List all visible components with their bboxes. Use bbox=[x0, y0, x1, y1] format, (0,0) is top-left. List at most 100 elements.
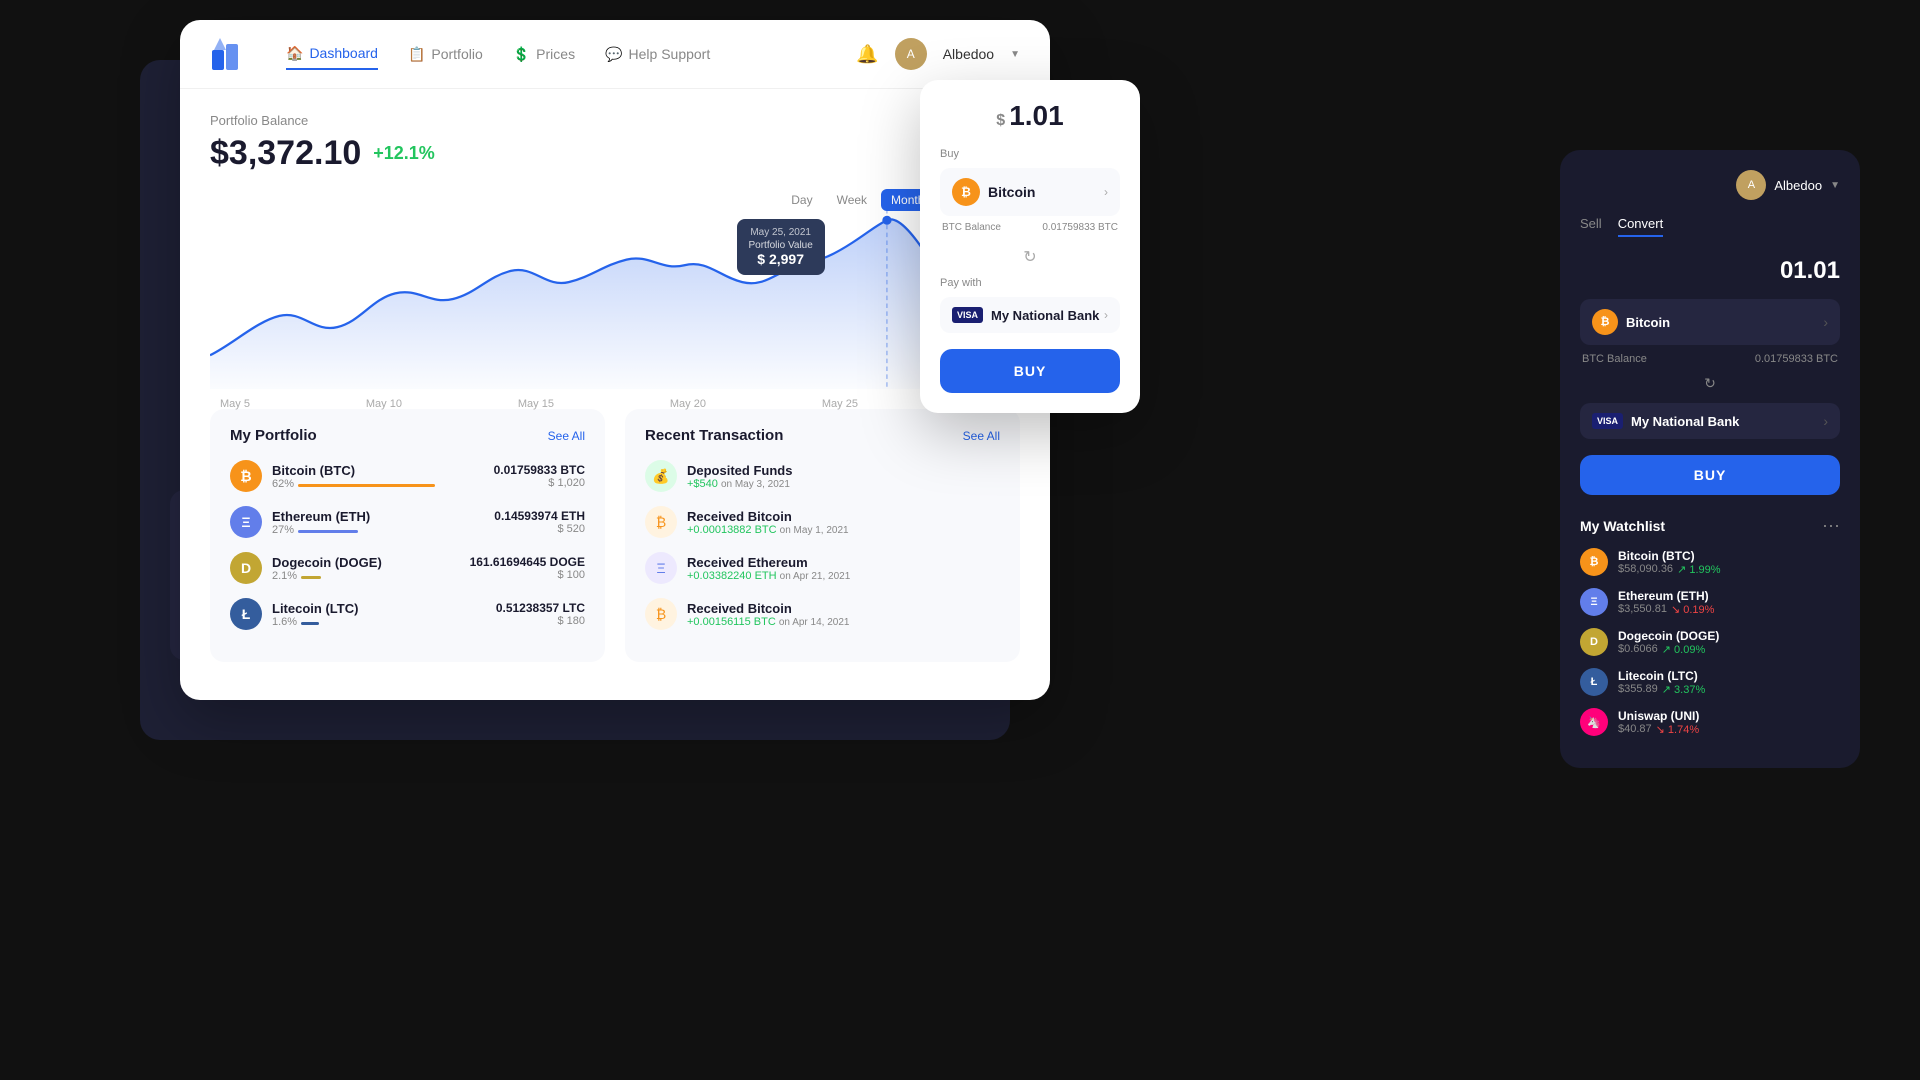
buy-coin-selector[interactable]: ₿ Bitcoin › bbox=[940, 168, 1120, 216]
w-price: $355.89 bbox=[1618, 683, 1658, 695]
nav-prices[interactable]: 💲 Prices bbox=[513, 40, 575, 69]
coin-amounts: 161.61694645 DOGE $ 100 bbox=[470, 555, 585, 581]
buy-balance-row: BTC Balance 0.01759833 BTC bbox=[940, 222, 1120, 233]
balance-amount: $3,372.10 bbox=[210, 134, 361, 173]
coin-name: Ethereum (ETH) bbox=[272, 509, 494, 524]
tx-info: Received Bitcoin +0.00013882 BTC on May … bbox=[687, 509, 1000, 536]
nav-dashboard[interactable]: 🏠 Dashboard bbox=[286, 39, 378, 70]
chevron-right-bank-icon: › bbox=[1104, 308, 1108, 322]
w-coin-name: Dogecoin (DOGE) bbox=[1618, 629, 1840, 643]
btc-balance-label: BTC Balance bbox=[942, 222, 1001, 233]
watchlist-header: My Watchlist ··· bbox=[1580, 515, 1840, 536]
scene: Ξ Ethereum (ETH) 27% 0.14593974 ETH $ 52… bbox=[0, 0, 1920, 1080]
dark-btc-label: BTC Balance bbox=[1582, 353, 1647, 365]
progress-bar bbox=[298, 484, 435, 487]
w-price: $40.87 bbox=[1618, 723, 1652, 735]
notification-icon[interactable]: 🔔 bbox=[856, 44, 878, 65]
btc-balance-value: 0.01759833 BTC bbox=[1042, 222, 1118, 233]
portfolio-see-all[interactable]: See All bbox=[548, 429, 585, 443]
portfolio-item: ₿ Bitcoin (BTC) 62% 0.01759833 BTC $ 1,0… bbox=[230, 460, 585, 492]
buy-panel: $ 1.01 Buy ₿ Bitcoin › BTC Balance 0.017… bbox=[920, 80, 1140, 413]
portfolio-items: ₿ Bitcoin (BTC) 62% 0.01759833 BTC $ 1,0… bbox=[230, 460, 585, 630]
prices-icon: 💲 bbox=[513, 46, 530, 63]
chart-xaxis: May 5 May 10 May 15 May 20 May 25 May 30 bbox=[210, 398, 1020, 410]
buy-coin-name: Bitcoin bbox=[988, 184, 1035, 200]
coin-pct: 1.6% bbox=[272, 616, 496, 628]
w-coin-info: Dogecoin (DOGE) $0.6066 ↗ 0.09% bbox=[1618, 629, 1840, 656]
nav-help[interactable]: 💬 Help Support bbox=[605, 40, 710, 69]
coin-pct: 62% bbox=[272, 478, 494, 490]
w-price: $58,090.36 bbox=[1618, 563, 1673, 575]
refresh-icon[interactable]: ↻ bbox=[1023, 249, 1036, 266]
dark-chevron-right-icon: › bbox=[1823, 314, 1828, 330]
dark-btc-value: 0.01759833 BTC bbox=[1755, 353, 1838, 365]
chart-svg bbox=[210, 209, 1020, 389]
w-coin-info: Ethereum (ETH) $3,550.81 ↘ 0.19% bbox=[1618, 589, 1840, 616]
coin-pct: 27% bbox=[272, 524, 494, 536]
tx-icon: Ξ bbox=[645, 552, 677, 584]
dark-pay-selector[interactable]: VISA My National Bank › bbox=[1580, 403, 1840, 439]
watchlist-more-icon[interactable]: ··· bbox=[1822, 515, 1840, 536]
watchlist-item: Ξ Ethereum (ETH) $3,550.81 ↘ 0.19% bbox=[1580, 588, 1840, 616]
dark-visa-icon: VISA bbox=[1592, 413, 1623, 429]
dark-coin-left: ₿ Bitcoin bbox=[1592, 309, 1670, 335]
coin-name: Litecoin (LTC) bbox=[272, 601, 496, 616]
portfolio-label: Portfolio Balance bbox=[210, 113, 1020, 128]
dark-bank-name: My National Bank bbox=[1631, 414, 1739, 429]
portfolio-panel: My Portfolio See All ₿ Bitcoin (BTC) 62%… bbox=[210, 409, 605, 662]
x-label-may15: May 15 bbox=[518, 398, 554, 410]
dark-nav: A Albedoo ▼ bbox=[1580, 170, 1840, 200]
coin-icon: ₿ bbox=[230, 460, 262, 492]
tx-detail: +0.00013882 BTC on May 1, 2021 bbox=[687, 524, 1000, 536]
dark-chevron-icon: ▼ bbox=[1830, 180, 1840, 191]
w-price-change: ↗ 0.09% bbox=[1662, 643, 1705, 656]
transactions-see-all[interactable]: See All bbox=[963, 429, 1000, 443]
dark-tab-sell[interactable]: Sell bbox=[1580, 216, 1602, 237]
chart-container: Day Week Month Year All bbox=[210, 189, 1020, 389]
dark-coin-selector[interactable]: ₿ Bitcoin › bbox=[1580, 299, 1840, 345]
tx-name: Received Ethereum bbox=[687, 555, 1000, 570]
coin-info: Ethereum (ETH) 27% bbox=[272, 509, 494, 536]
right-dark-panel: A Albedoo ▼ Sell Convert 01.01 ₿ Bitcoin… bbox=[1560, 150, 1860, 768]
x-label-may10: May 10 bbox=[366, 398, 402, 410]
tx-detail: +0.03382240 ETH on Apr 21, 2021 bbox=[687, 570, 1000, 582]
tx-detail: +$540 on May 3, 2021 bbox=[687, 478, 1000, 490]
bank-name: My National Bank bbox=[991, 308, 1099, 323]
transactions-panel-header: Recent Transaction See All bbox=[645, 427, 1000, 444]
tx-info: Received Bitcoin +0.00156115 BTC on Apr … bbox=[687, 601, 1000, 628]
buy-button[interactable]: BUY bbox=[940, 349, 1120, 393]
progress-bar bbox=[301, 576, 321, 579]
pay-with-selector[interactable]: VISA My National Bank › bbox=[940, 297, 1120, 333]
dark-tabs: Sell Convert bbox=[1580, 216, 1840, 237]
tx-icon: ₿ bbox=[645, 506, 677, 538]
portfolio-item: Ł Litecoin (LTC) 1.6% 0.51238357 LTC $ 1… bbox=[230, 598, 585, 630]
username-nav[interactable]: Albedoo bbox=[943, 46, 994, 62]
w-coin-icon: Ξ bbox=[1580, 588, 1608, 616]
balance-change: +12.1% bbox=[373, 143, 435, 164]
w-coin-price: $58,090.36 ↗ 1.99% bbox=[1618, 563, 1840, 576]
dark-tab-convert[interactable]: Convert bbox=[1618, 216, 1664, 237]
w-price-change: ↘ 0.19% bbox=[1671, 603, 1714, 616]
navbar: 🏠 Dashboard 📋 Portfolio 💲 Prices 💬 Help … bbox=[180, 20, 1050, 89]
dark-coin-name: Bitcoin bbox=[1626, 315, 1670, 330]
coin-info: Litecoin (LTC) 1.6% bbox=[272, 601, 496, 628]
tx-item: ₿ Received Bitcoin +0.00156115 BTC on Ap… bbox=[645, 598, 1000, 630]
coin-name: Bitcoin (BTC) bbox=[272, 463, 494, 478]
dark-user[interactable]: A Albedoo ▼ bbox=[1736, 170, 1840, 200]
progress-bar bbox=[301, 622, 319, 625]
coin-usd: $ 100 bbox=[470, 569, 585, 581]
refresh-row: ↻ bbox=[940, 247, 1120, 267]
btc-icon: ₿ bbox=[952, 178, 980, 206]
coin-amounts: 0.14593974 ETH $ 520 bbox=[494, 509, 585, 535]
tx-icon: 💰 bbox=[645, 460, 677, 492]
app-logo bbox=[210, 36, 246, 72]
nav-portfolio[interactable]: 📋 Portfolio bbox=[408, 40, 483, 69]
w-price-change: ↘ 1.74% bbox=[1656, 723, 1699, 736]
dark-buy-button[interactable]: BUY bbox=[1580, 455, 1840, 495]
watchlist-items: ₿ Bitcoin (BTC) $58,090.36 ↗ 1.99% Ξ Eth… bbox=[1580, 548, 1840, 736]
progress-bar bbox=[298, 530, 358, 533]
buy-amount-display: $ 1.01 bbox=[940, 100, 1120, 132]
tx-items: 💰 Deposited Funds +$540 on May 3, 2021 ₿… bbox=[645, 460, 1000, 630]
dark-refresh-icon[interactable]: ↻ bbox=[1704, 375, 1716, 391]
tx-name: Deposited Funds bbox=[687, 463, 1000, 478]
